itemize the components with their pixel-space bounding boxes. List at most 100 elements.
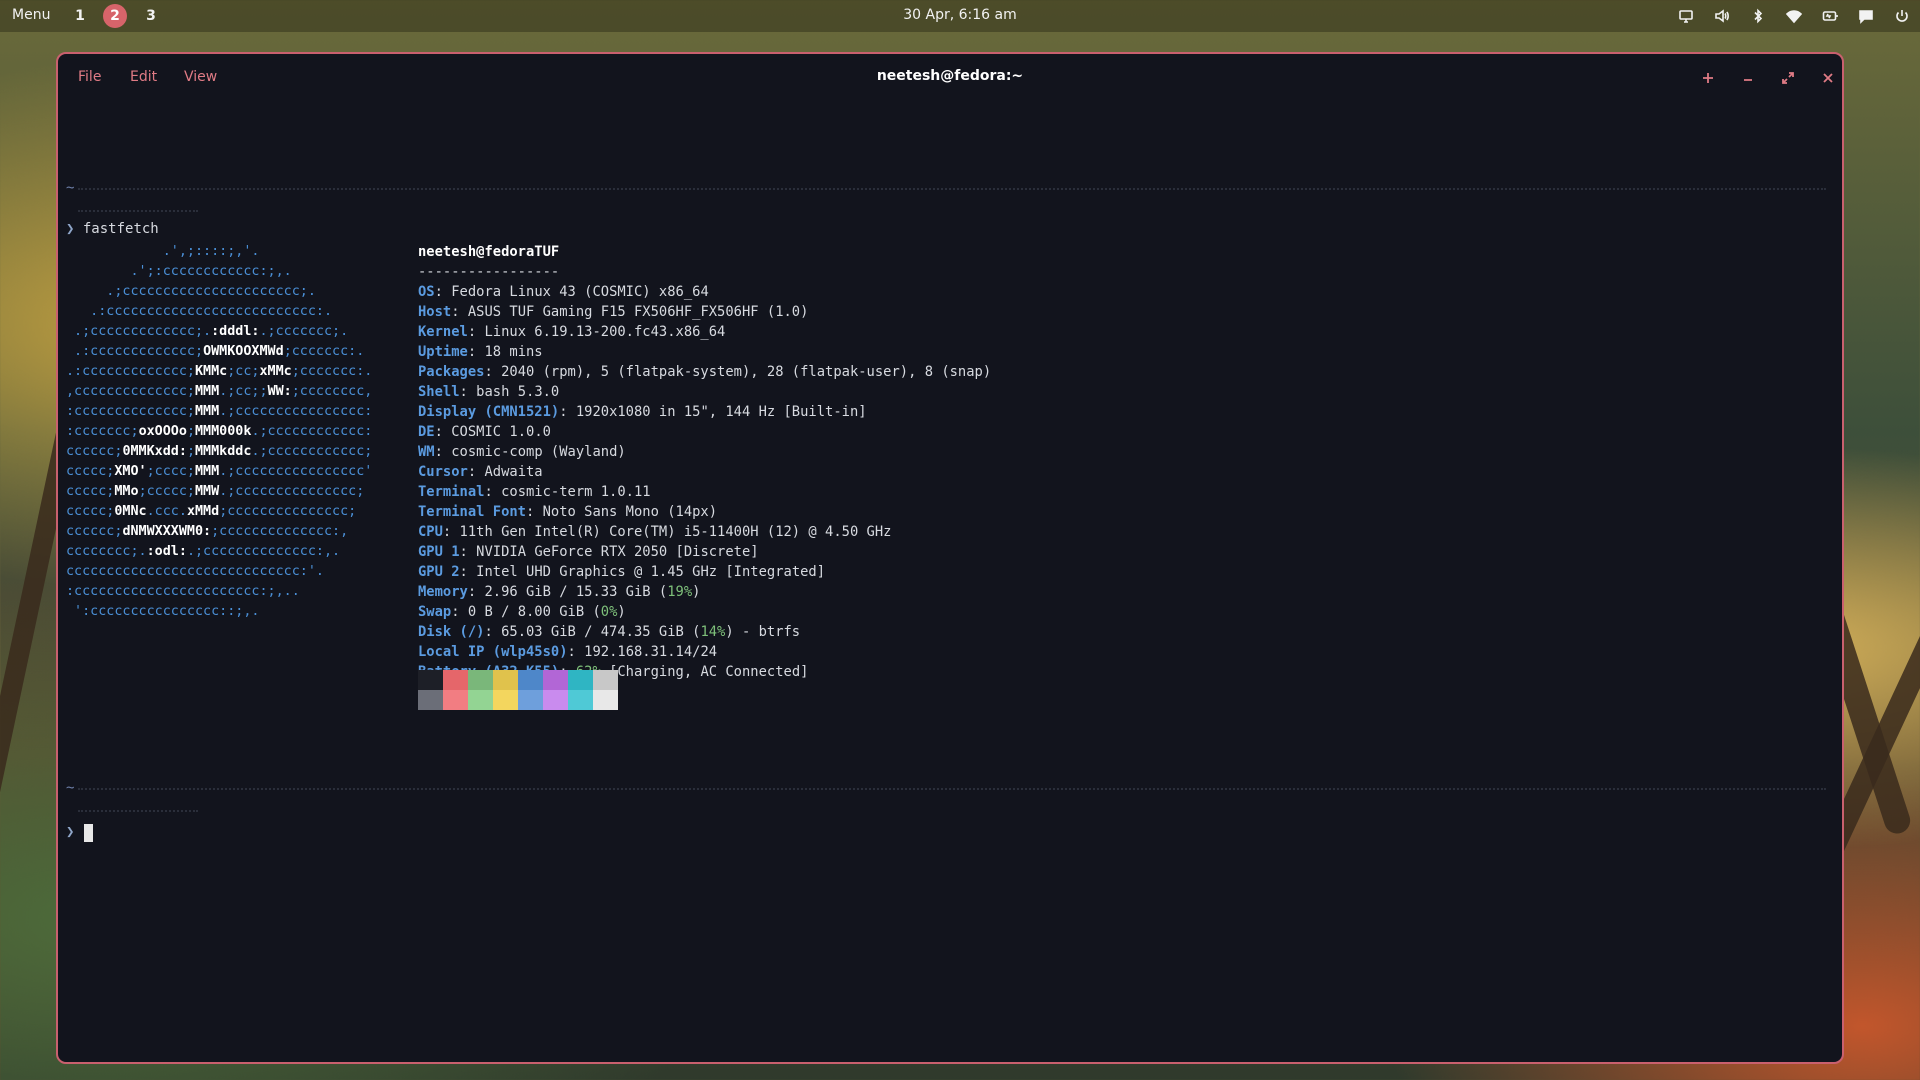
logo-line: cccccccc;.:odl:.;cccccccccccccc:,. (66, 544, 341, 559)
palette-swatch (593, 670, 618, 690)
palette-swatch (568, 690, 593, 710)
logo-line: .;ccccccccccccc;.:dddl:.;ccccccc;. (66, 324, 349, 339)
logo-line: ccccc;XMO';cccc;MMM.;cccccccccccccccc' (66, 464, 373, 479)
minimize-button[interactable] (1736, 66, 1760, 90)
logo-line: ccccc;MMo;ccccc;MMW.;ccccccccccccccc; (66, 484, 365, 499)
menu-file[interactable]: File (78, 69, 101, 85)
prompt-symbol: ❯ (66, 824, 75, 840)
fedora-ascii-logo: .',;::::;,'. .';:cccccccccccc:;,. .;cccc… (66, 242, 372, 622)
info-key: Uptime (418, 344, 468, 360)
wifi-icon[interactable] (1784, 4, 1804, 28)
logo-line: ccccccccccccccccccccccccccccc:'. (66, 564, 324, 579)
palette-swatch (518, 670, 543, 690)
info-value: Noto Sans Mono (14px) (542, 504, 718, 520)
workspace-2-button[interactable]: 2 (103, 4, 127, 28)
info-value: Intel UHD Graphics @ 1.45 GHz [Integrate… (476, 564, 826, 580)
palette-swatch (518, 690, 543, 710)
separator: ----------------- (418, 264, 560, 280)
menu-edit[interactable]: Edit (130, 69, 157, 85)
prompt-path: ~ (66, 180, 75, 196)
info-key: Cursor (418, 464, 468, 480)
info-key: Shell (418, 384, 460, 400)
info-key: OS (418, 284, 435, 300)
info-value: Linux 6.19.13-200.fc43.x86_64 (484, 324, 726, 340)
workspace-3-button[interactable]: 3 (139, 4, 163, 28)
maximize-button[interactable] (1776, 66, 1800, 90)
info-value: 1920x1080 in 15", 144 Hz [Built-in] (575, 404, 867, 420)
plus-icon (1703, 73, 1713, 83)
prompt-divider (78, 788, 1826, 792)
window-titlebar[interactable]: File Edit View neetesh@fedora:~ (58, 54, 1842, 102)
info-key: Display (CMN1521) (418, 404, 560, 420)
info-key: Terminal (418, 484, 485, 500)
palette-swatch (543, 670, 568, 690)
info-key: Host (418, 304, 452, 320)
notification-icon[interactable] (1856, 4, 1876, 28)
info-row: Cursor: Adwaita (418, 464, 543, 480)
info-key: GPU 1 (418, 544, 460, 560)
info-value: cosmic-term 1.0.11 (501, 484, 651, 500)
info-percent: 14% (700, 624, 726, 640)
screen-share-icon[interactable] (1676, 4, 1696, 28)
minimize-icon (1744, 79, 1752, 81)
info-row: Kernel: Linux 6.19.13-200.fc43.x86_64 (418, 324, 726, 340)
info-percent: 19% (667, 584, 693, 600)
menu-view[interactable]: View (184, 69, 217, 85)
info-row: Terminal: cosmic-term 1.0.11 (418, 484, 651, 500)
palette-swatch (443, 690, 468, 710)
info-value: COSMIC 1.0.0 (451, 424, 551, 440)
palette-swatch (568, 670, 593, 690)
palette-swatch (468, 690, 493, 710)
info-value: bash 5.3.0 (476, 384, 560, 400)
info-row: Swap: 0 B / 8.00 GiB (0%) (418, 604, 626, 620)
info-value-tail: ) - btrfs (725, 624, 801, 640)
window-title: neetesh@fedora:~ (876, 68, 1024, 84)
prompt-divider (78, 210, 198, 214)
info-row: Terminal Font: Noto Sans Mono (14px) (418, 504, 718, 520)
logo-line: .;cccccccccccccccccccccc;. (66, 284, 316, 299)
maximize-icon (1782, 72, 1794, 84)
logo-line: .:ccccccccccccc;OWMKOOXMWd;ccccccc:. (66, 344, 365, 359)
info-value-tail: ) (692, 584, 701, 600)
terminal-window: File Edit View neetesh@fedora:~ ~ ❯ fast… (56, 52, 1844, 1064)
palette-swatch (468, 670, 493, 690)
info-row: Packages: 2040 (rpm), 5 (flatpak-system)… (418, 364, 992, 380)
info-key: WM (418, 444, 435, 460)
terminal-view[interactable]: ~ ❯ fastfetch .',;::::;,'. .';:ccccccccc… (66, 102, 1834, 1062)
info-row: CPU: 11th Gen Intel(R) Core(TM) i5-11400… (418, 524, 892, 540)
clock[interactable]: 30 Apr, 6:16 am (0, 7, 1920, 23)
logo-line: .',;::::;,'. (66, 244, 260, 259)
info-row: Display (CMN1521): 1920x1080 in 15", 144… (418, 404, 867, 420)
info-row: Shell: bash 5.3.0 (418, 384, 560, 400)
close-button[interactable] (1816, 66, 1840, 90)
system-info: neetesh@fedoraTUF ----------------- OS: … (418, 242, 991, 702)
info-key: DE (418, 424, 435, 440)
info-value: Adwaita (484, 464, 543, 480)
info-value: NVIDIA GeForce RTX 2050 [Discrete] (476, 544, 759, 560)
command-line: ❯ fastfetch (66, 219, 159, 239)
volume-icon[interactable] (1712, 4, 1732, 28)
power-icon[interactable] (1892, 4, 1912, 28)
user-host: neetesh@fedoraTUF (418, 244, 560, 260)
battery-icon[interactable] (1820, 4, 1840, 28)
prompt-divider (78, 188, 1826, 192)
bluetooth-icon[interactable] (1748, 4, 1768, 28)
palette-swatch (593, 690, 618, 710)
info-percent: 0% (600, 604, 618, 620)
info-key: Swap (418, 604, 452, 620)
info-value: 192.168.31.14/24 (584, 644, 718, 660)
info-value: cosmic-comp (Wayland) (451, 444, 626, 460)
info-key: CPU (418, 524, 443, 540)
info-value-tail: [Charging, AC Connected] (600, 664, 809, 680)
workspace-1-button[interactable]: 1 (68, 4, 92, 28)
app-menu-button[interactable]: Menu (12, 7, 50, 23)
logo-line: ccccc;0MNc.ccc.xMMd;ccccccccccccccc; (66, 504, 357, 519)
logo-line: ':cccccccccccccccc::;,. (66, 604, 260, 619)
info-value: 18 mins (484, 344, 543, 360)
info-key: Terminal Font (418, 504, 526, 520)
logo-line: .:cccccccccccccccccccccccccc:. (66, 304, 333, 319)
system-tray (1676, 4, 1912, 28)
info-key: Kernel (418, 324, 468, 340)
info-row: Host: ASUS TUF Gaming F15 FX506HF_FX506H… (418, 304, 809, 320)
new-tab-button[interactable] (1696, 66, 1720, 90)
